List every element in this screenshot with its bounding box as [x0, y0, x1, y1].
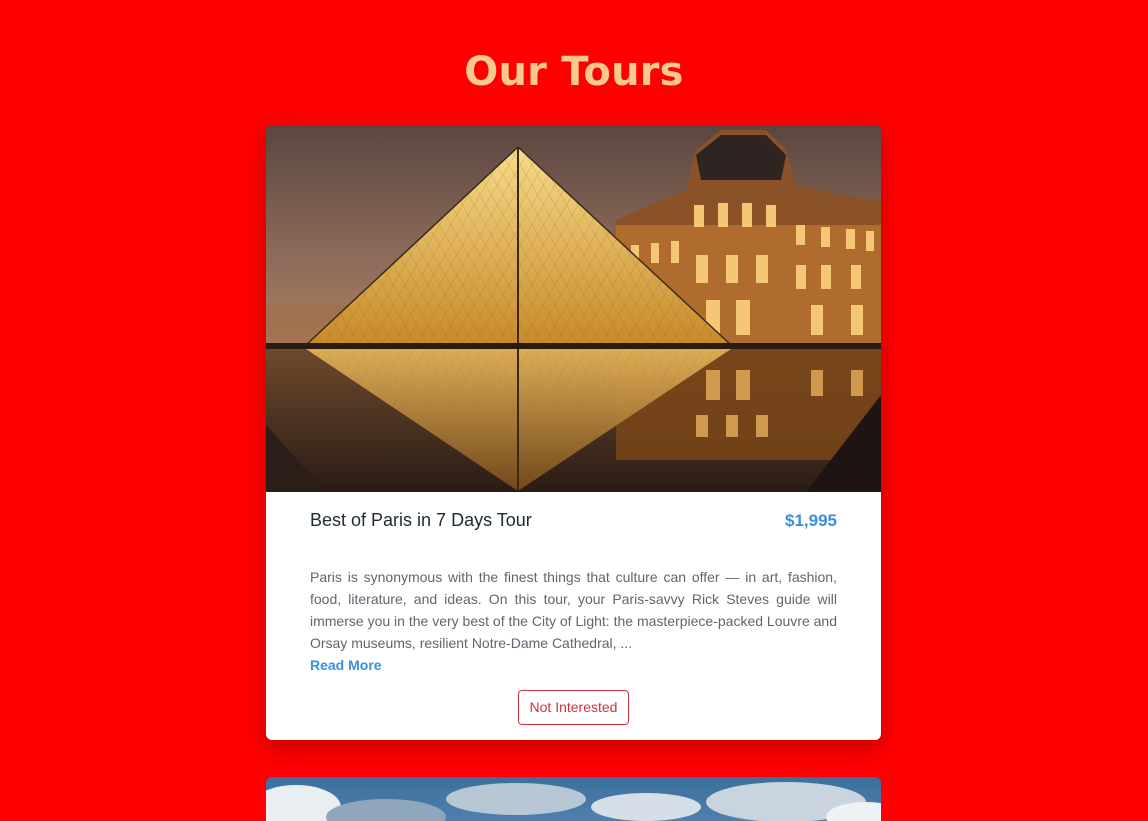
tour-price: $1,995: [785, 510, 837, 530]
tour-image: [266, 125, 881, 492]
not-interested-button[interactable]: Not Interested: [517, 690, 630, 725]
tour-info: Best of Paris in 7 Days Tour $1,995 Pari…: [266, 492, 881, 725]
page-title: Our Tours: [464, 49, 684, 95]
tour-header: Best of Paris in 7 Days Tour $1,995: [310, 492, 837, 547]
tour-name: Best of Paris in 7 Days Tour: [310, 510, 532, 530]
button-row: Not Interested: [310, 690, 837, 725]
sky-clouds-photo: [266, 777, 881, 821]
louvre-pyramid-photo: [266, 125, 881, 492]
tour-card: [266, 777, 881, 821]
tour-description: Paris is synonymous with the finest thin…: [310, 569, 837, 651]
tour-card: Best of Paris in 7 Days Tour $1,995 Pari…: [266, 125, 881, 740]
read-more-button[interactable]: Read More: [310, 654, 382, 676]
tours-page: Our Tours Best of Paris in 7 Days Tour $…: [0, 0, 1148, 821]
